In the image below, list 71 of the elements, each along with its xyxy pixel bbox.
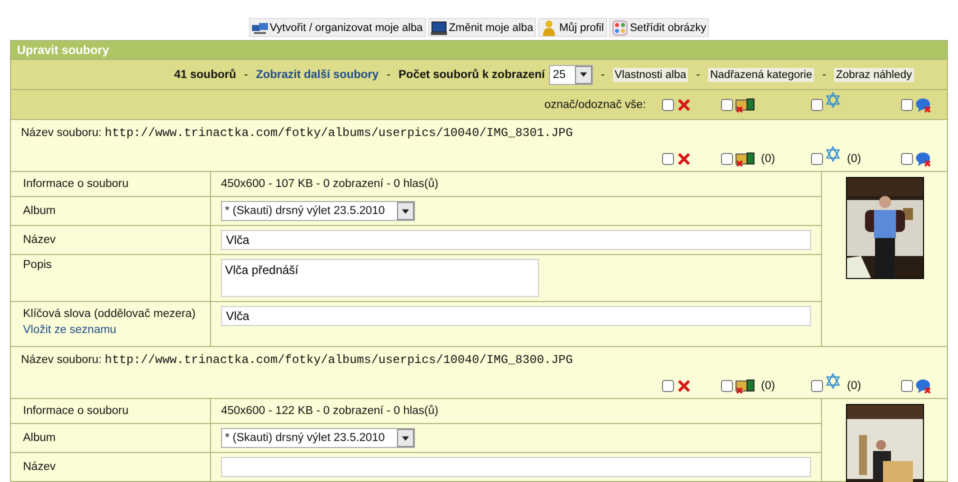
checkbox[interactable]: [662, 153, 674, 165]
label-text: Název: [23, 461, 56, 473]
file-info: 450x600 - 107 KB - 0 zobrazení - 0 hlas(ů): [221, 178, 438, 190]
checkbox[interactable]: [901, 153, 913, 165]
file-name: Název souboru: http://www.trinactka.com/fotky/albums/userpics/10040/IMG_8301.JPG: [20, 126, 574, 140]
label-text: Album: [23, 205, 56, 217]
comment-remove-icon: [915, 96, 931, 112]
label-text: Název: [23, 234, 56, 246]
file-name: Název souboru: http://www.trinactka.com/fotky/albums/userpics/10040/IMG_8300.JPG: [20, 353, 574, 367]
checkbox[interactable]: [811, 153, 823, 165]
checkbox[interactable]: [901, 380, 913, 392]
nav-button[interactable]: Můj profil: [538, 18, 607, 37]
count-label: (0): [761, 153, 776, 165]
file-info: 450x600 - 122 KB - 0 zobrazení - 0 hlas(ů): [221, 405, 438, 417]
count-label: (0): [847, 153, 862, 165]
separator: -: [244, 68, 248, 80]
label-text: Album: [23, 432, 56, 444]
comment-remove-icon: [915, 378, 931, 394]
label-text: Popis: [23, 259, 52, 271]
per-page-select[interactable]: 25: [548, 64, 593, 84]
label-text: Informace o souboru: [23, 178, 128, 190]
text-field[interactable]: Vlča: [221, 230, 811, 250]
comment-remove-icon: [915, 151, 931, 167]
checkbox[interactable]: [901, 98, 913, 110]
text-field[interactable]: [221, 457, 811, 477]
star-icon: [825, 373, 841, 389]
album-select[interactable]: * (Skauti) drsný výlet 23.5.2010: [221, 428, 415, 448]
dropdown-arrow-icon: [580, 72, 587, 77]
delete-icon: [676, 378, 692, 394]
count-label: (0): [761, 380, 776, 392]
checkbox[interactable]: [811, 380, 823, 392]
album-remove-icon: [735, 378, 755, 394]
person-icon: [541, 20, 558, 36]
album-select[interactable]: * (Skauti) drsný výlet 23.5.2010: [221, 201, 415, 221]
separator: -: [600, 68, 605, 80]
separator: -: [822, 68, 826, 80]
album-remove-icon: [735, 151, 755, 167]
insert-from-list-link[interactable]: Vložit ze seznamu: [23, 324, 116, 336]
select-all-label: označ/odoznač vše:: [544, 98, 646, 110]
laptop-icon: [430, 20, 447, 36]
delete-icon: [676, 151, 692, 167]
label-text: Informace o souboru: [23, 405, 128, 417]
count-label: (0): [847, 380, 862, 392]
star-icon: [825, 146, 841, 162]
text-field[interactable]: Vlča: [221, 306, 811, 326]
nav-button[interactable]: Změnit moje alba: [428, 18, 536, 37]
toolbar-button[interactable]: Nadřazená kategorie: [708, 68, 814, 82]
description-field[interactable]: Vlča přednáší: [221, 259, 539, 297]
checkbox[interactable]: [811, 98, 823, 110]
palette-icon: [612, 20, 628, 36]
checkbox[interactable]: [662, 380, 674, 392]
checkbox[interactable]: [721, 380, 733, 392]
dropdown-arrow-icon: [402, 436, 409, 440]
keywords-label: Klíčová slova (oddělovač mezera): [23, 308, 196, 320]
per-page-label: Počet souborů k zobrazení: [398, 68, 545, 80]
separator: -: [696, 68, 700, 80]
checkbox[interactable]: [662, 98, 674, 110]
album-remove-icon: [735, 96, 755, 112]
panel-title: Upravit soubory: [11, 41, 947, 59]
checkbox[interactable]: [721, 153, 733, 165]
separator: -: [386, 68, 390, 80]
dropdown-arrow-icon: [402, 208, 409, 214]
toolbar-button[interactable]: Zobraz náhledy: [834, 68, 914, 82]
delete-icon: [676, 96, 692, 112]
more-files-link[interactable]: Zobrazit další soubory: [256, 68, 379, 80]
nav-button[interactable]: Vytvořit / organizovat moje alba: [248, 18, 426, 37]
nav-button[interactable]: Setřídit obrázky: [608, 18, 710, 37]
file-count: 41 souborů: [174, 68, 236, 80]
star-icon: [825, 92, 841, 108]
checkbox[interactable]: [721, 98, 733, 110]
toolbar-button[interactable]: Vlastnosti alba: [612, 68, 688, 82]
